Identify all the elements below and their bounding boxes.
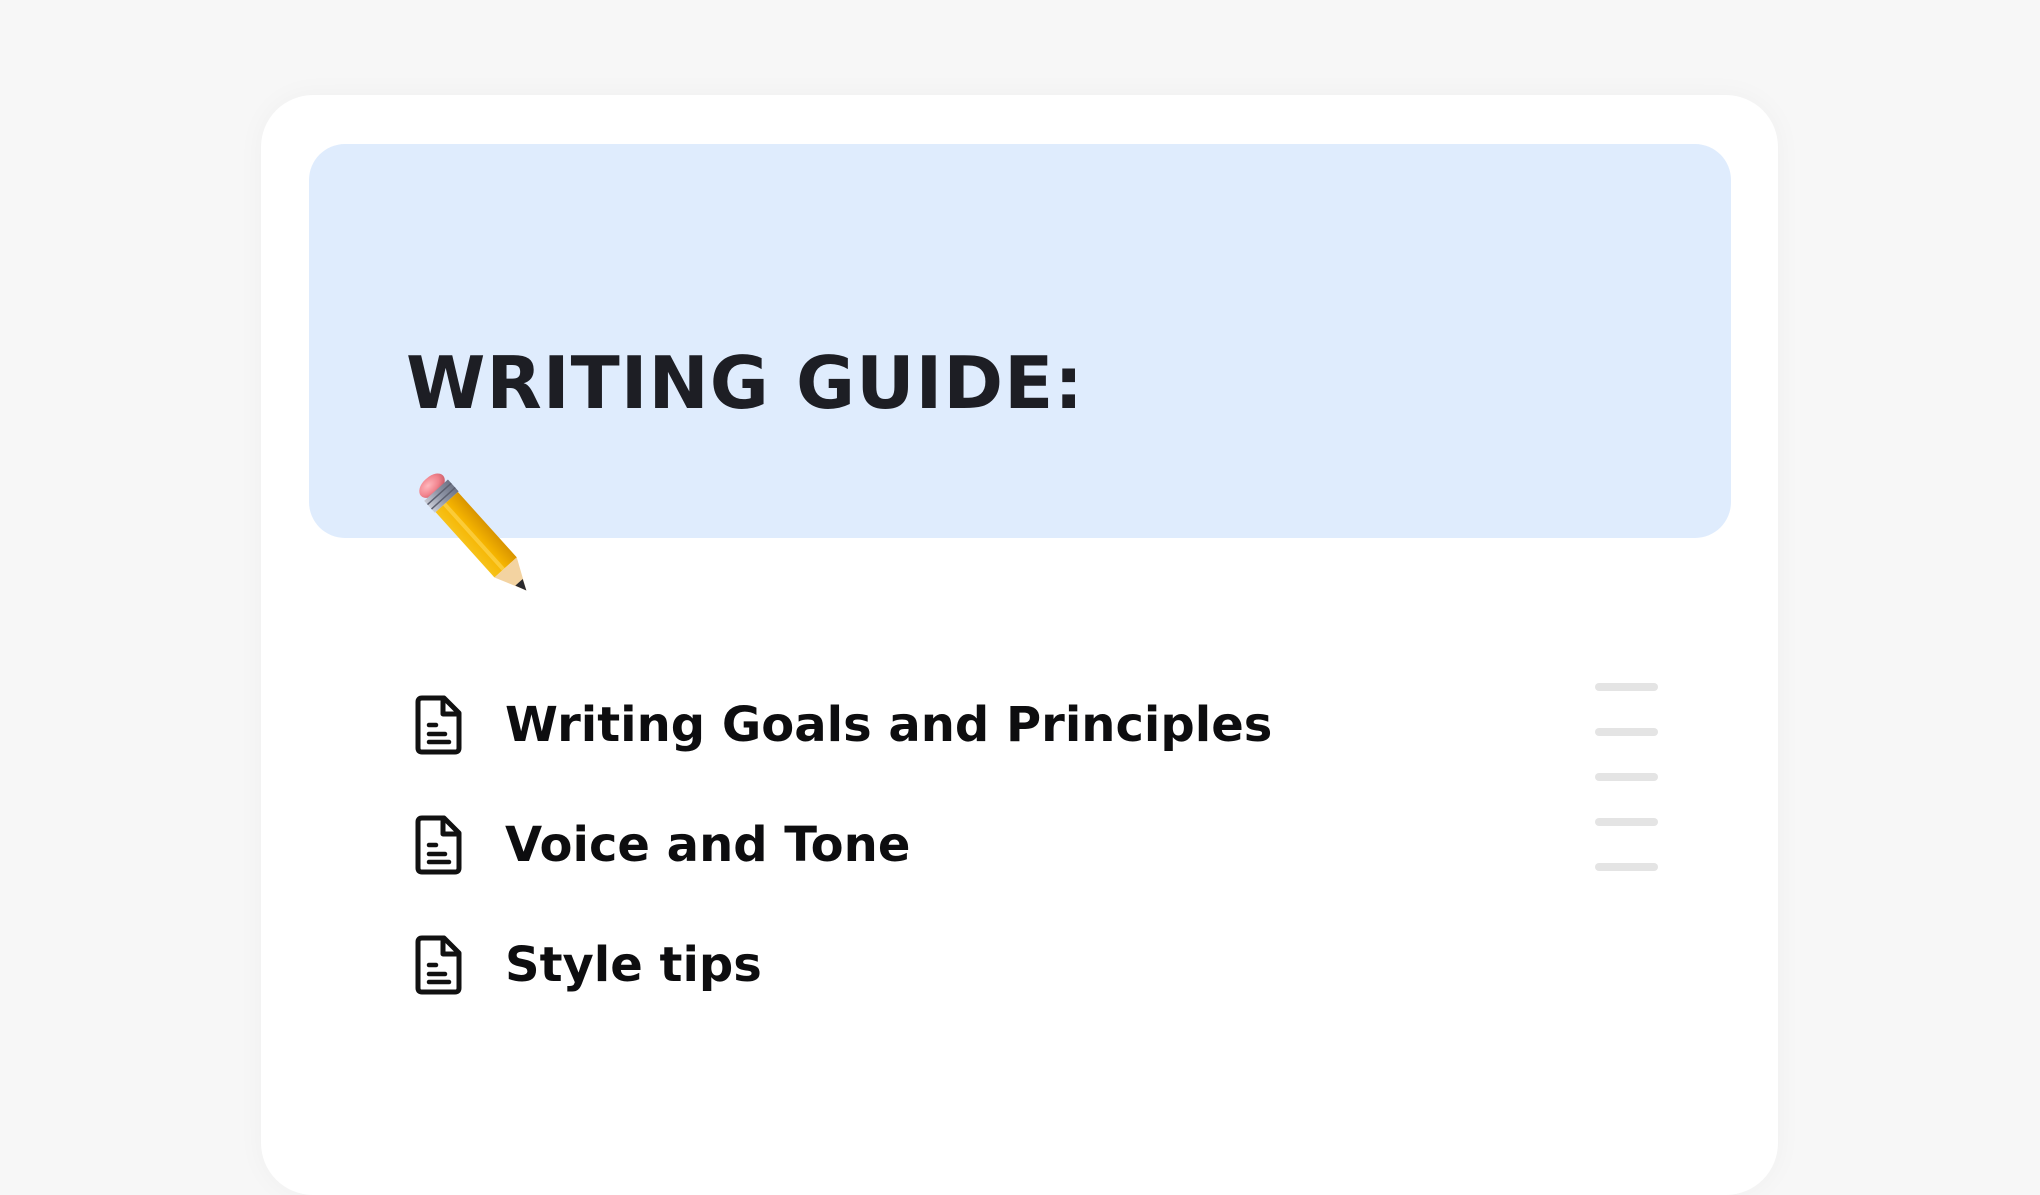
document-list: Writing Goals and Principles Voice and T… [413,665,1272,1025]
document-icon [415,695,462,755]
toc-entry-marker[interactable] [1595,728,1658,736]
toc-entry-marker[interactable] [1595,773,1658,781]
toc-entry-marker[interactable] [1595,818,1658,826]
document-link-style-tips[interactable]: Style tips [413,905,1272,1025]
document-icon [415,815,462,875]
document-link-voice-and-tone[interactable]: Voice and Tone [413,785,1272,905]
page-title[interactable]: WRITING GUIDE: [406,347,1084,419]
table-of-contents[interactable] [1595,683,1661,908]
document-title: Voice and Tone [505,817,911,873]
page-card: WRITING GUIDE: Writing Goals and Princip… [261,95,1778,1195]
document-icon [415,935,462,995]
document-link-writing-goals[interactable]: Writing Goals and Principles [413,665,1272,785]
toc-entry-marker[interactable] [1595,863,1658,871]
pencil-icon[interactable] [404,465,544,605]
toc-entry-marker[interactable] [1595,683,1658,691]
document-title: Writing Goals and Principles [505,697,1273,753]
document-title: Style tips [505,937,762,993]
